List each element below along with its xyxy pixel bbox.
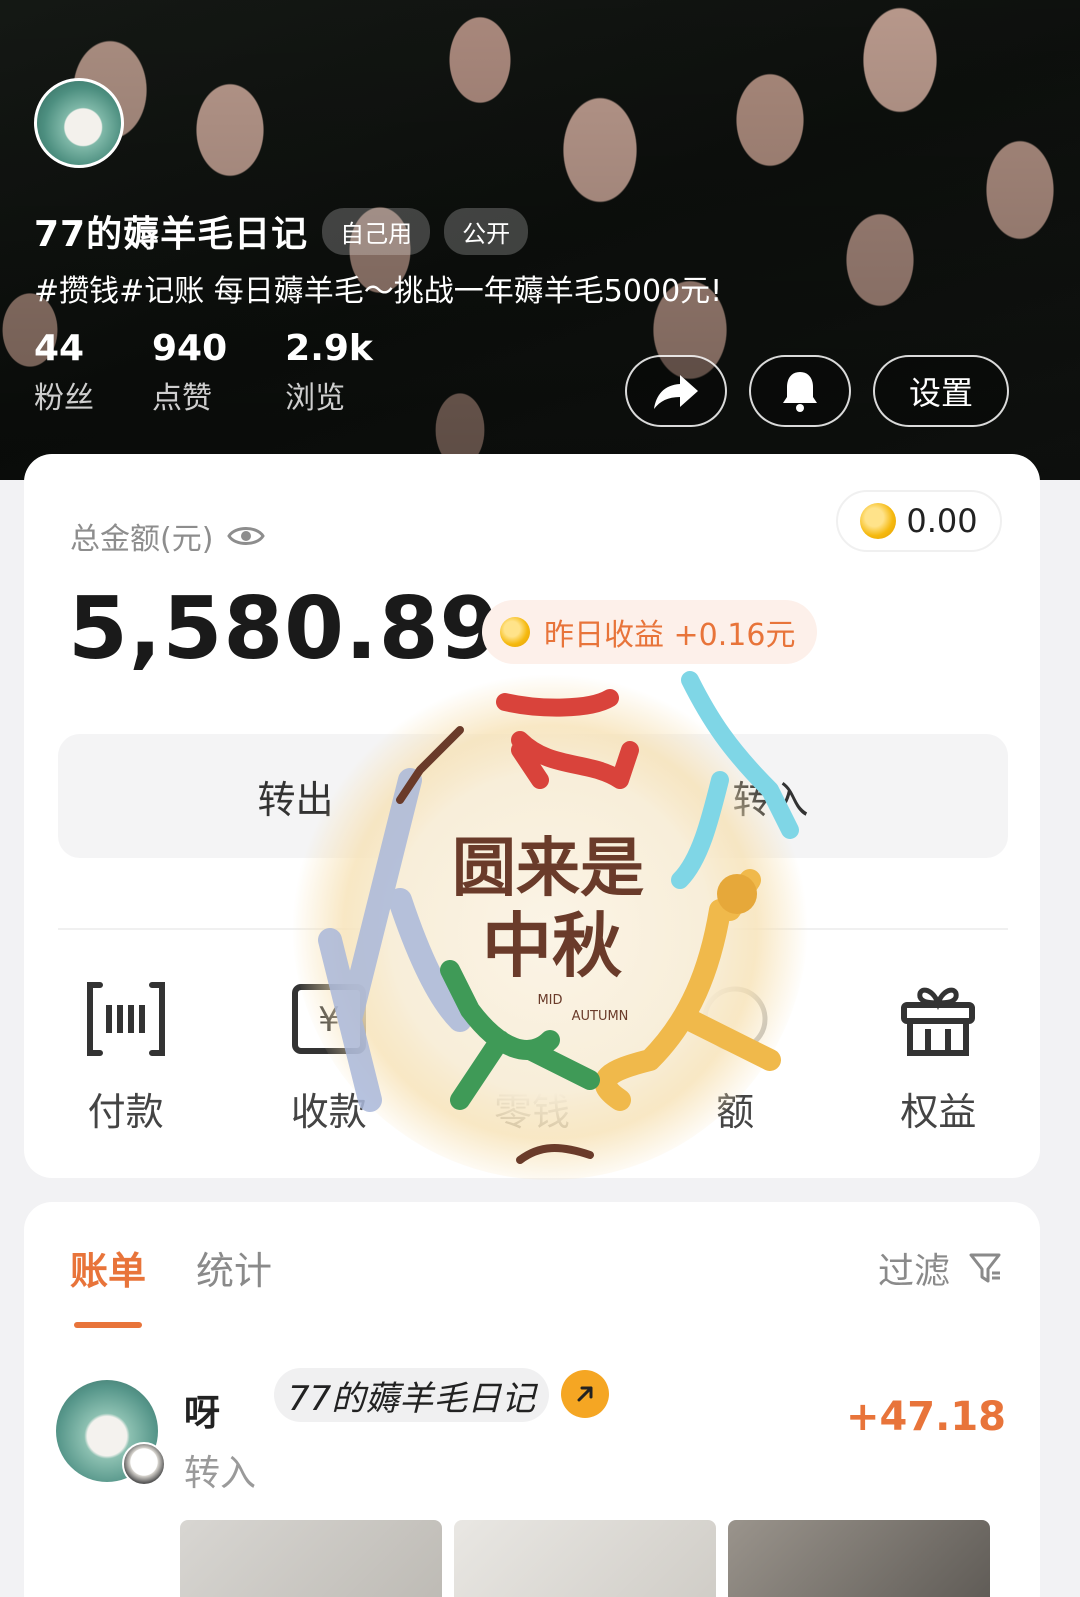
transaction-photos <box>180 1520 990 1597</box>
svg-text:¥: ¥ <box>318 1000 340 1040</box>
bill-card: 账单 统计 过滤 呀 转入 77的薅羊毛日记 +47.18 <box>24 1202 1040 1597</box>
profile-name: 77的薅羊毛日记 <box>34 214 309 255</box>
bill-tabs: 账单 统计 <box>70 1240 272 1295</box>
shortcut-benefits[interactable]: 权益 <box>838 979 1038 1136</box>
photo-thumbnail[interactable] <box>728 1520 990 1597</box>
transaction-group-pill[interactable]: 77的薅羊毛日记 <box>274 1368 550 1422</box>
notification-button[interactable] <box>749 355 851 427</box>
total-amount-label-row: 总金额(元) <box>70 514 266 558</box>
arrow-up-right-icon[interactable] <box>561 1370 609 1418</box>
transaction-amount: +47.18 <box>845 1394 1006 1440</box>
transfer-out-label: 转出 <box>257 777 334 822</box>
transaction-row[interactable]: 呀 转入 77的薅羊毛日记 +47.18 <box>56 1368 1006 1494</box>
settings-label: 设置 <box>908 374 973 412</box>
transfer-action-bar: 转出 转入 <box>58 734 1008 858</box>
shortcut-balance-label: 额 <box>716 1090 755 1134</box>
gold-coin-icon <box>860 503 897 539</box>
shortcut-change-label: 零钱 <box>493 1090 570 1134</box>
shortcut-change[interactable]: 零钱 <box>432 979 632 1136</box>
gift-box-icon <box>898 979 978 1059</box>
stat-fans[interactable]: 44 粉丝 <box>34 328 94 417</box>
filter-label: 过滤 <box>877 1251 950 1292</box>
transaction-type: 转入 <box>184 1453 257 1494</box>
shortcut-receive[interactable]: ¥ 收款 <box>229 979 429 1136</box>
share-arrow-icon <box>654 375 698 409</box>
stat-views[interactable]: 2.9k 浏览 <box>285 328 373 417</box>
eye-icon[interactable] <box>227 522 266 550</box>
stat-views-label: 浏览 <box>285 381 346 416</box>
coin-balance-value: 0.00 <box>906 502 978 540</box>
yesterday-earnings-text: 昨日收益 +0.16元 <box>544 618 796 653</box>
shortcut-payment[interactable]: 付款 <box>26 979 226 1136</box>
coin-balance-chip[interactable]: 0.00 <box>836 490 1002 552</box>
transfer-in-button[interactable]: 转入 <box>533 734 1008 858</box>
stat-likes-label: 点赞 <box>152 381 212 416</box>
filter-button[interactable]: 过滤 <box>878 1242 1002 1294</box>
bell-icon <box>783 372 817 412</box>
tag-public: 公开 <box>444 207 529 255</box>
shortcut-balance[interactable]: 额 <box>635 979 835 1136</box>
stat-likes[interactable]: 940 点赞 <box>152 328 227 417</box>
transaction-name: 呀 <box>184 1393 221 1434</box>
photo-thumbnail[interactable] <box>180 1520 442 1597</box>
stat-likes-value: 940 <box>152 328 228 369</box>
payment-code-icon <box>86 979 166 1059</box>
transfer-in-label: 转入 <box>732 777 809 822</box>
filter-icon <box>969 1253 1001 1283</box>
share-button[interactable] <box>625 355 727 427</box>
tab-bill[interactable]: 账单 <box>70 1240 146 1295</box>
wallet-shortcuts: 付款 ¥ 收款 零钱 额 权益 <box>24 979 1040 1136</box>
stat-fans-value: 44 <box>34 328 85 369</box>
wallet-icon <box>492 979 572 1059</box>
profile-stats: 44 粉丝 940 点赞 2.9k 浏览 <box>34 328 373 417</box>
stat-views-value: 2.9k <box>285 328 373 369</box>
transfer-out-button[interactable]: 转出 <box>58 734 533 858</box>
profile-description: #攒钱#记账 每日薅羊毛～挑战一年薅羊毛5000元! <box>34 274 723 309</box>
active-tab-indicator <box>74 1322 142 1328</box>
profile-title-row: 77的薅羊毛日记 自己用 公开 <box>34 205 529 257</box>
photo-thumbnail[interactable] <box>454 1520 716 1597</box>
tag-self-use: 自己用 <box>322 207 431 255</box>
shortcut-payment-label: 付款 <box>87 1090 164 1134</box>
stat-fans-label: 粉丝 <box>34 381 94 416</box>
total-amount-value: 5,580.89 <box>68 579 501 679</box>
earnings-coin-icon <box>500 617 530 647</box>
balance-icon <box>695 979 775 1059</box>
settings-button[interactable]: 设置 <box>873 355 1009 427</box>
shortcut-benefits-label: 权益 <box>900 1090 977 1134</box>
yesterday-earnings-chip[interactable]: 昨日收益 +0.16元 <box>482 600 818 664</box>
total-amount-label: 总金额(元) <box>70 522 214 557</box>
transaction-user-badge <box>122 1442 166 1486</box>
wallet-divider <box>58 928 1008 930</box>
wallet-card: 总金额(元) 0.00 5,580.89 昨日收益 +0.16元 转出 转入 付… <box>24 454 1040 1178</box>
shortcut-receive-label: 收款 <box>290 1090 367 1134</box>
receive-money-icon: ¥ <box>289 979 369 1059</box>
tab-statistics[interactable]: 统计 <box>196 1240 272 1295</box>
profile-avatar[interactable] <box>34 78 124 168</box>
